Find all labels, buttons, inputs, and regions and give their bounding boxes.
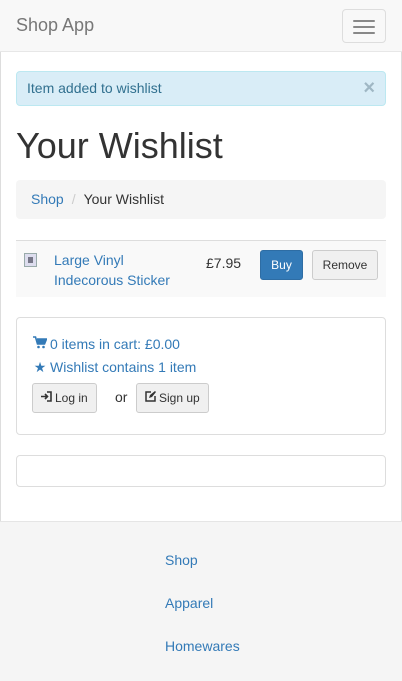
- sign-up-label: Sign up: [159, 391, 200, 405]
- close-icon[interactable]: ×: [363, 72, 375, 105]
- sign-up-button[interactable]: Sign up: [136, 383, 209, 413]
- wishlist-summary-text: Wishlist contains 1 item: [50, 359, 197, 375]
- breadcrumb-separator: /: [71, 191, 76, 207]
- breadcrumb-current: Your Wishlist: [83, 191, 164, 207]
- product-price: £7.95: [206, 255, 242, 271]
- footer-link-apparel[interactable]: Apparel: [165, 595, 213, 611]
- wishlist-item-row: Large Vinyl Indecorous Sticker £7.95 Buy…: [16, 240, 386, 297]
- sign-in-icon: [41, 385, 52, 413]
- product-thumbnail-icon: [24, 253, 37, 267]
- star-icon: ★: [33, 359, 47, 375]
- empty-panel: [16, 455, 386, 487]
- remove-button[interactable]: Remove: [312, 250, 378, 280]
- menu-toggle-button[interactable]: [342, 9, 386, 43]
- wishlist-alert: Item added to wishlist ×: [16, 71, 386, 106]
- hamburger-icon: [353, 20, 375, 22]
- log-in-button[interactable]: Log in: [32, 383, 97, 413]
- cart-summary-link[interactable]: 0 items in cart: £0.00: [32, 334, 180, 354]
- or-separator: or: [115, 389, 128, 405]
- page-title: Your Wishlist: [16, 125, 223, 166]
- footer: Shop Apparel Homewares: [0, 521, 402, 681]
- cart-summary-text: 0 items in cart: £0.00: [50, 336, 180, 352]
- cart-icon: [32, 334, 48, 354]
- alert-message: Item added to wishlist: [27, 80, 162, 96]
- navbar: Shop App: [0, 0, 402, 52]
- product-name-link[interactable]: Large Vinyl Indecorous Sticker: [54, 250, 184, 290]
- hamburger-icon-bar: [353, 26, 375, 28]
- footer-link-shop[interactable]: Shop: [165, 552, 198, 568]
- breadcrumb: Shop / Your Wishlist: [16, 180, 386, 219]
- footer-link-homewares[interactable]: Homewares: [165, 638, 240, 654]
- edit-icon: [145, 385, 156, 413]
- wishlist-summary-link[interactable]: ★ Wishlist contains 1 item: [32, 357, 197, 377]
- buy-button[interactable]: Buy: [260, 250, 303, 280]
- cart-panel: 0 items in cart: £0.00 ★ Wishlist contain…: [16, 317, 386, 435]
- brand-link[interactable]: Shop App: [16, 15, 94, 36]
- log-in-label: Log in: [55, 391, 88, 405]
- hamburger-icon-bar: [353, 32, 375, 34]
- breadcrumb-shop-link[interactable]: Shop: [31, 191, 64, 207]
